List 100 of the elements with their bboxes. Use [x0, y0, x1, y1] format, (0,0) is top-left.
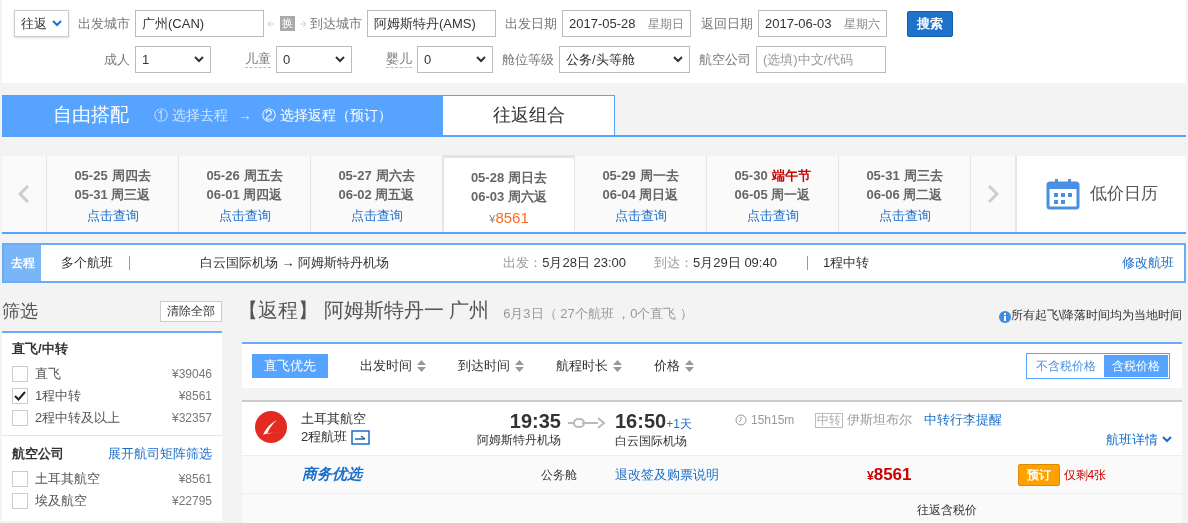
- mode-tab[interactable]: 往返组合: [443, 95, 615, 135]
- info-icon: [998, 311, 1011, 323]
- next-day-label: +1天: [666, 417, 692, 433]
- depart-date: 05-26: [206, 168, 240, 183]
- rules-link[interactable]: 退改签及购票说明: [615, 464, 719, 485]
- product-label: 商务优选: [302, 464, 365, 485]
- query-link[interactable]: 点击查询: [614, 206, 667, 226]
- results-title: 【返程】 阿姆斯特丹一 广州: [238, 298, 490, 323]
- clear-all-button[interactable]: 清除全部: [160, 300, 222, 322]
- field-label: 到达城市: [310, 14, 362, 33]
- calendar-icon: [1045, 178, 1080, 210]
- duration-text: 15h15m: [751, 412, 796, 429]
- filter-option: 埃及航空: [35, 491, 87, 511]
- date-option[interactable]: 05-29 周一去 06-04 周日返 点击查询: [575, 156, 707, 232]
- date-field[interactable]: 2017-05-28 星期日: [562, 10, 691, 37]
- return-date: 06-04 周日返: [602, 186, 679, 204]
- arrival-airport: 白云国际机场: [615, 433, 688, 449]
- field-label: 出发日期: [505, 14, 557, 33]
- filter-price: ¥39046: [171, 366, 212, 383]
- sort-button[interactable]: 出发时间: [360, 356, 426, 376]
- legs-text: 2程航班: [301, 428, 348, 446]
- transfer-tag: 中转: [815, 412, 843, 428]
- date-field[interactable]: 2017-06-03 星期六: [758, 10, 887, 37]
- airline-logo-icon: [254, 410, 288, 444]
- weekday-label: 周五去: [243, 168, 283, 183]
- date-option[interactable]: 05-25 周四去 05-31 周三返 点击查询: [47, 156, 179, 232]
- cabin-select[interactable]: 公务/头等舱: [559, 46, 690, 73]
- query-link[interactable]: 点击查询: [86, 206, 139, 226]
- sort-icon: [515, 359, 524, 373]
- airline-field[interactable]: (选填)中文/代码: [756, 46, 886, 73]
- expand-link[interactable]: 展开航司矩阵筛选: [108, 444, 212, 464]
- passenger-select[interactable]: 0: [276, 46, 352, 73]
- weekday-label: 周四去: [111, 168, 151, 183]
- checkbox[interactable]: [12, 410, 28, 426]
- chevron-down-icon: [1162, 436, 1172, 444]
- filter-price: ¥22795: [171, 493, 212, 510]
- currency-sign: ¥: [867, 467, 874, 485]
- query-link[interactable]: 点击查询: [350, 206, 403, 226]
- chevron-down-icon: [476, 56, 486, 63]
- baggage-link[interactable]: 中转行李提醒: [924, 410, 1002, 430]
- depart-date: 05-25: [74, 168, 108, 183]
- remaining-text: 仅剩4张: [1063, 466, 1107, 484]
- checkbox[interactable]: [12, 388, 28, 404]
- details-link[interactable]: 航班详情: [1106, 430, 1172, 450]
- return-date: 06-02 周五返: [338, 186, 415, 204]
- calendar-button[interactable]: 低价日历: [1016, 156, 1186, 232]
- edit-link[interactable]: 修改航班: [1122, 253, 1174, 273]
- transfer-city: 伊斯坦布尔: [847, 411, 912, 430]
- step-label: ① 选择去程: [154, 105, 228, 125]
- flight-info-icon: [351, 429, 371, 445]
- depart-date: 05-29: [602, 168, 636, 183]
- field-label: 儿童: [245, 51, 271, 68]
- date-option[interactable]: 05-28 周日去 06-03 周六返 ¥8561: [443, 155, 575, 231]
- search-button[interactable]: 搜索: [907, 10, 953, 37]
- departure-time: 19:35: [509, 410, 561, 432]
- mode-title: 自由搭配: [53, 102, 129, 127]
- checkbox[interactable]: [12, 493, 28, 509]
- passenger-select[interactable]: 1: [135, 46, 211, 73]
- sort-icon: [417, 359, 426, 373]
- arrow-right-icon: [299, 19, 307, 28]
- outbound-tag: 去程: [4, 245, 41, 281]
- stops-text: 1程中转: [822, 254, 870, 273]
- field-label: 出发：: [503, 254, 543, 273]
- departure-airport: 阿姆斯特丹机场: [477, 432, 561, 448]
- flight-count: 多个航班: [61, 254, 113, 273]
- filter-price: ¥32357: [171, 410, 212, 427]
- depart-date: 05-31: [866, 168, 900, 183]
- chevron-right-icon: [987, 184, 999, 204]
- sort-button[interactable]: 航程时长: [556, 356, 622, 376]
- departure-city-field[interactable]: 广州(CAN): [135, 10, 264, 37]
- filter-group-title: 航空公司: [12, 445, 64, 464]
- depart-date: 05-27: [338, 168, 372, 183]
- departure-time: 5月28日 23:00: [542, 254, 627, 273]
- filter-option: 土耳其航空: [35, 469, 100, 489]
- date-option[interactable]: 05-26 周五去 06-01 周四返 点击查询: [179, 156, 311, 232]
- checkbox[interactable]: [12, 471, 28, 487]
- return-date: 06-03 周六返: [471, 188, 547, 206]
- price-text: 8561: [495, 208, 529, 228]
- filter-option: 1程中转: [35, 386, 82, 406]
- chevron-left-icon: [18, 184, 30, 204]
- passenger-select[interactable]: 0: [417, 46, 493, 73]
- arrival-city-field[interactable]: 阿姆斯特丹(AMS): [367, 10, 496, 37]
- trip-type-select[interactable]: 往返: [14, 10, 69, 37]
- sort-button[interactable]: 到达时间: [458, 356, 524, 376]
- airline-name: 土耳其航空: [301, 410, 367, 428]
- check-icon: [14, 391, 26, 401]
- field-label: 返回日期: [701, 14, 753, 33]
- query-link[interactable]: 点击查询: [218, 206, 271, 226]
- return-date: 05-31 周三返: [74, 186, 151, 204]
- filter-group-title: 直飞/中转: [12, 340, 68, 359]
- date-option[interactable]: 05-31 周三去 06-06 周二返 点击查询: [839, 156, 971, 232]
- weekday-label: 周日去: [508, 170, 548, 185]
- date-option[interactable]: 05-30 端午节 06-05 周一返 点击查询: [707, 156, 839, 232]
- query-link[interactable]: 点击查询: [746, 206, 799, 226]
- field-label: 到达：: [654, 254, 694, 273]
- query-link[interactable]: 点击查询: [878, 206, 931, 226]
- checkbox[interactable]: [12, 366, 28, 382]
- weekday-label: 周一去: [639, 168, 679, 183]
- sort-button[interactable]: 价格: [654, 356, 694, 376]
- field-label: 婴儿: [386, 51, 412, 68]
